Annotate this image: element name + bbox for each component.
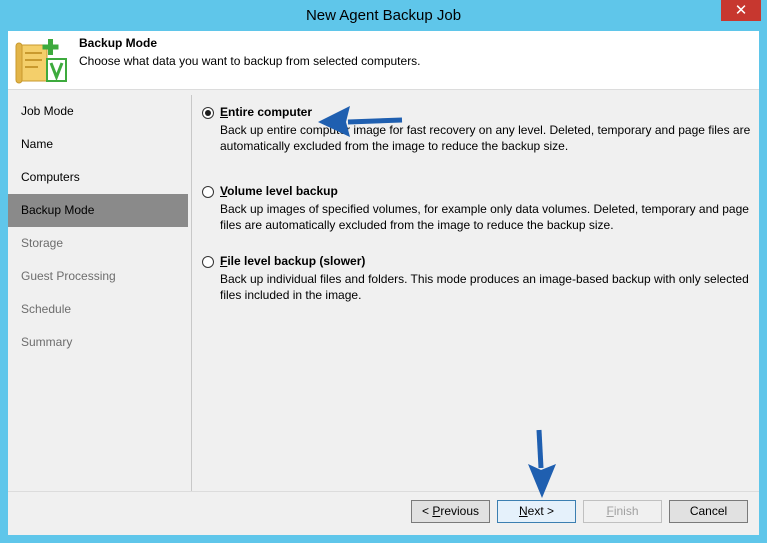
button-bar-separator xyxy=(8,491,759,492)
backup-mode-icon xyxy=(15,39,67,84)
step-storage: Storage xyxy=(21,236,64,250)
option-label: File level backup (slower) xyxy=(220,254,366,268)
step-summary: Summary xyxy=(21,335,73,349)
wizard-header: Backup Mode Choose what data you want to… xyxy=(8,31,759,90)
step-schedule: Schedule xyxy=(21,302,72,316)
option-label: Entire computer xyxy=(220,105,313,119)
backup-mode-options: Entire computer Back up entire computer … xyxy=(200,105,755,303)
next-button[interactable]: Next > xyxy=(497,500,576,523)
option-volume-level[interactable]: Volume level backup Back up images of sp… xyxy=(200,184,755,254)
annotation-arrow-left-icon xyxy=(318,106,403,137)
dialog-window: New Agent Backup Job ✕ Backup Mode Choos… xyxy=(0,0,767,543)
option-description: Back up entire computer image for fast r… xyxy=(220,123,751,153)
page-title: Backup Mode xyxy=(79,36,158,50)
cancel-button[interactable]: Cancel xyxy=(669,500,748,523)
option-description: Back up images of specified volumes, for… xyxy=(220,202,749,232)
option-description: Back up individual files and folders. Th… xyxy=(220,272,749,302)
step-name[interactable]: Name xyxy=(8,128,188,161)
panel-divider xyxy=(191,95,192,491)
wizard-steps: Job Mode Name Computers Backup Mode Stor… xyxy=(8,95,188,359)
annotation-arrow-down-icon xyxy=(528,429,556,498)
option-entire-computer[interactable]: Entire computer Back up entire computer … xyxy=(200,105,755,184)
close-button[interactable]: ✕ xyxy=(721,0,761,21)
volume-level-radio[interactable] xyxy=(202,186,214,198)
step-guest-processing: Guest Processing xyxy=(21,269,116,283)
finish-button: Finish xyxy=(583,500,662,523)
close-icon: ✕ xyxy=(734,2,748,19)
option-label: Volume level backup xyxy=(220,184,338,198)
step-backup-mode[interactable]: Backup Mode xyxy=(8,194,188,227)
option-file-level[interactable]: File level backup (slower) Back up indiv… xyxy=(200,254,755,303)
window-title: New Agent Backup Job xyxy=(305,7,462,24)
previous-button[interactable]: < Previous xyxy=(411,500,490,523)
step-job-mode[interactable]: Job Mode xyxy=(8,95,188,128)
file-level-radio[interactable] xyxy=(202,256,214,268)
entire-computer-radio[interactable] xyxy=(202,107,214,119)
page-description: Choose what data you want to backup from… xyxy=(79,54,421,68)
title-bar[interactable]: New Agent Backup Job ✕ xyxy=(0,0,767,31)
step-computers[interactable]: Computers xyxy=(8,161,188,194)
